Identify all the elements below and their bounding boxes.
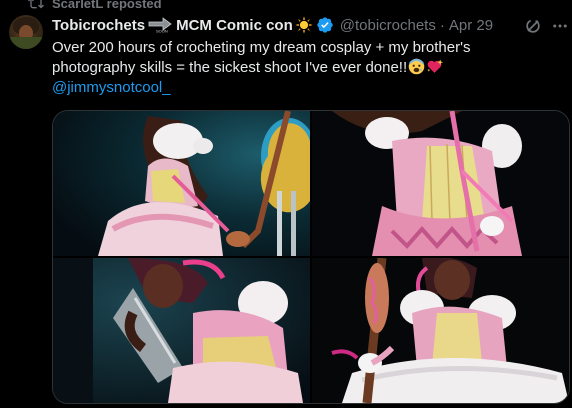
mention-link[interactable]: @jimmysnotcool_ — [52, 78, 557, 98]
photo-1[interactable] — [53, 111, 310, 256]
fearful-face-emoji — [408, 58, 425, 75]
more-options-icon[interactable] — [551, 17, 569, 35]
author-name-suffix[interactable]: MCM Comic con — [176, 17, 293, 34]
photo-4[interactable] — [312, 258, 569, 403]
photo-3[interactable] — [53, 258, 310, 403]
cosplay-photo-4 — [312, 258, 569, 403]
soon-arrow-emoji: SOON — [148, 17, 172, 34]
media-grid — [52, 110, 570, 404]
avatar[interactable] — [9, 15, 43, 49]
tweet-date[interactable]: Apr 29 — [449, 17, 493, 34]
author-handle[interactable]: @tobicrochets — [340, 17, 436, 34]
cosplay-photo-2 — [312, 111, 569, 256]
sparkling-heart-emoji — [427, 59, 444, 73]
verified-badge-icon[interactable] — [316, 16, 334, 34]
tweet-header: Tobicrochets SOON MCM Comic con @tobicro… — [52, 14, 493, 36]
tweet-text-line-1: Over 200 hours of crocheting my dream co… — [52, 39, 471, 56]
grok-icon[interactable] — [523, 16, 543, 36]
svg-text:SOON: SOON — [156, 29, 168, 34]
tweet-text: Over 200 hours of crocheting my dream co… — [52, 38, 557, 98]
author-display-name[interactable]: Tobicrochets — [52, 17, 145, 34]
sun-emoji — [295, 16, 313, 34]
repost-icon — [28, 0, 44, 9]
photo-2[interactable] — [312, 111, 569, 256]
cosplay-photo-3 — [53, 258, 310, 403]
repost-indicator: ScarletL reposted — [28, 0, 162, 11]
tweet-card[interactable]: ScarletL reposted Tobicrochets SOON MCM … — [0, 0, 572, 408]
tweet-text-line-2-wrapper: photography skills = the sickest shoot I… — [52, 58, 557, 78]
separator-dot: · — [439, 16, 445, 34]
cosplay-photo-1 — [53, 111, 310, 256]
repost-label[interactable]: ScarletL reposted — [52, 0, 162, 11]
tweet-text-line-2: photography skills = the sickest shoot I… — [52, 59, 408, 76]
